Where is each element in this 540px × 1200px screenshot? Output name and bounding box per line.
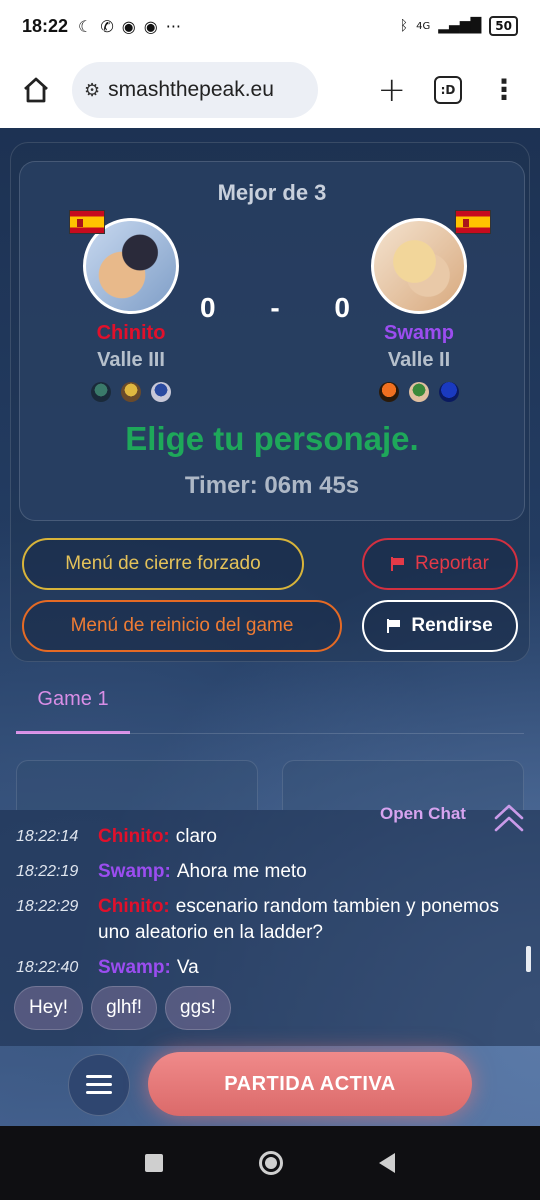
open-chat-button[interactable]: Open Chat (380, 804, 466, 824)
scoreboard: 0 - 0 (200, 292, 350, 324)
recents-button[interactable] (145, 1154, 163, 1172)
restart-label: Menú de reinicio del game (70, 615, 294, 636)
chat-message: 18:22:40 Swamp: Va (16, 955, 516, 981)
chat-message: 18:22:19 Swamp: Ahora me meto (16, 859, 516, 885)
browser-toolbar: ⚙ smashthepeak.eu + :D ⋮ (0, 52, 540, 128)
character-icon (121, 382, 141, 402)
site-settings-icon[interactable]: ⚙ (84, 80, 100, 101)
home-button[interactable] (14, 68, 58, 112)
chat-timestamp: 18:22:19 (16, 863, 79, 880)
surrender-label: Rendirse (411, 615, 493, 636)
spain-flag-icon (69, 210, 105, 234)
forced-close-label: Menú de cierre forzado (65, 553, 261, 574)
discord-icon: ◉ (143, 16, 158, 36)
whatsapp-icon: ✆ (100, 16, 114, 36)
flag-icon (391, 557, 405, 571)
report-button[interactable]: Reportar (362, 538, 518, 590)
match-header: Mejor de 3 Chinito Valle III 0 - 0 Swamp… (19, 161, 525, 521)
chat-scrollbar[interactable] (526, 946, 531, 972)
timer: Timer: 06m 45s (184, 472, 360, 499)
status-bar: 18:22 ☾ ✆ ◉ ◉ ··· ᛒ 4G ▂▄▆█ 50 (0, 0, 540, 52)
new-tab-button[interactable]: + (378, 73, 407, 107)
player-2-avatar[interactable] (371, 218, 467, 314)
quick-reply-button[interactable]: Hey! (14, 986, 84, 1030)
chat-text: Va (176, 957, 199, 978)
character-icon (151, 382, 171, 402)
player-2-characters (334, 382, 504, 402)
menu-button[interactable] (68, 1054, 130, 1116)
address-bar[interactable]: ⚙ smashthepeak.eu (72, 62, 318, 118)
more-icon: ··· (165, 16, 181, 36)
tab-divider (16, 733, 524, 734)
player-2: Swamp Valle II (334, 210, 504, 402)
best-of-title: Mejor de 3 (217, 180, 327, 205)
player-1-score: 0 (200, 292, 216, 323)
player-1-rank: Valle III (97, 349, 165, 371)
character-icon (91, 382, 111, 402)
browser-actions: + :D ⋮ (378, 73, 527, 107)
player-1-name[interactable]: Chinito (46, 322, 216, 345)
character-icon (379, 382, 399, 402)
game-panel-right (282, 760, 524, 810)
network-4g-icon: 4G (416, 20, 431, 32)
back-button[interactable] (379, 1153, 395, 1173)
chat-text: Ahora me meto (176, 861, 307, 882)
bluetooth-icon: ᛒ (399, 18, 409, 34)
report-label: Reportar (415, 553, 489, 574)
forced-close-menu-button[interactable]: Menú de cierre forzado (22, 538, 304, 590)
chat-messages: 18:22:14 Chinito: claro 18:22:19 Swamp: Ah… (16, 824, 516, 990)
chat-username: Swamp: (98, 957, 171, 978)
quick-reply-button[interactable]: ggs! (165, 986, 231, 1030)
chat-timestamp: 18:22:40 (16, 959, 79, 976)
app-content: Mejor de 3 Chinito Valle III 0 - 0 Swamp… (0, 128, 540, 1126)
status-right: ᛒ 4G ▂▄▆█ 50 (400, 16, 518, 36)
notification-icons: ☾ ✆ ◉ ◉ ··· (78, 17, 181, 36)
chat-message: 18:22:29 Chinito: escenario random tambie… (16, 894, 516, 946)
hamburger-icon (86, 1075, 112, 1095)
player-1-characters (46, 382, 216, 402)
chat-timestamp: 18:22:14 (16, 828, 79, 845)
chat-timestamp: 18:22:29 (16, 898, 79, 915)
character-icon (409, 382, 429, 402)
status-time: 18:22 (22, 15, 69, 36)
browser-menu-button[interactable]: ⋮ (490, 76, 518, 104)
player-2-name[interactable]: Swamp (334, 322, 504, 345)
url-text: smashthepeak.eu (108, 78, 274, 101)
character-icon (439, 382, 459, 402)
chat-username: Chinito: (98, 896, 170, 917)
game-panel-left (16, 760, 258, 810)
system-nav-bar (0, 1126, 540, 1200)
battery-indicator: 50 (489, 16, 518, 36)
player-2-rank: Valle II (387, 349, 451, 371)
home-nav-button[interactable] (259, 1151, 283, 1175)
chat-message: 18:22:14 Chinito: claro (16, 824, 516, 850)
chat-username: Chinito: (98, 826, 170, 847)
restart-game-menu-button[interactable]: Menú de reinicio del game (22, 600, 342, 652)
surrender-button[interactable]: Rendirse (362, 600, 518, 652)
signal-icon: ▂▄▆█ (438, 18, 482, 34)
tab-game-1[interactable]: Game 1 (16, 688, 130, 734)
moon-icon: ☾ (78, 16, 93, 36)
quick-reply-button[interactable]: glhf! (91, 986, 157, 1030)
chat-username: Swamp: (98, 861, 171, 882)
status-message: Elige tu personaje. (125, 420, 419, 457)
active-match-button[interactable]: PARTIDA ACTIVA (148, 1052, 472, 1116)
spain-flag-icon (455, 210, 491, 234)
home-icon (24, 77, 48, 103)
tabs-button[interactable]: :D (434, 76, 462, 104)
flag-icon (387, 619, 401, 633)
chat-text: claro (175, 826, 217, 847)
discord-icon: ◉ (121, 16, 136, 36)
quick-replies: Hey! glhf! ggs! (14, 986, 231, 1030)
score-separator: - (270, 292, 280, 323)
player-1: Chinito Valle III (46, 210, 216, 402)
